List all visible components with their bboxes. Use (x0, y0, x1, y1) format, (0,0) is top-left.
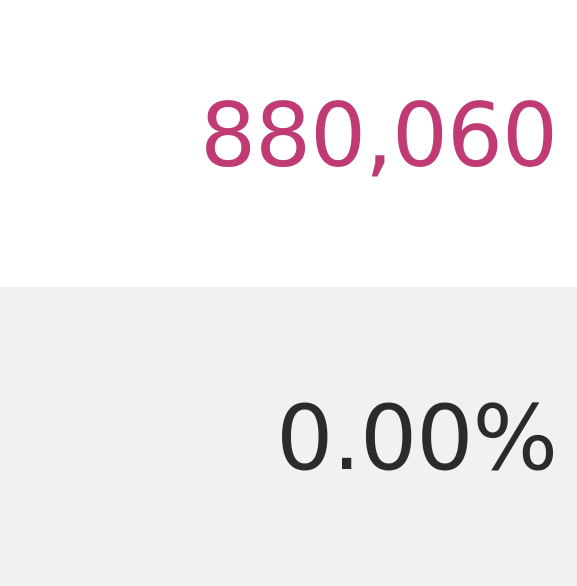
count-value: 880,060 (200, 83, 558, 187)
percent-row: 0.00% (0, 287, 577, 586)
stats-panel: 880,060 0.00% (0, 0, 577, 586)
percent-value: 0.00% (276, 385, 558, 491)
count-row: 880,060 (0, 0, 577, 287)
